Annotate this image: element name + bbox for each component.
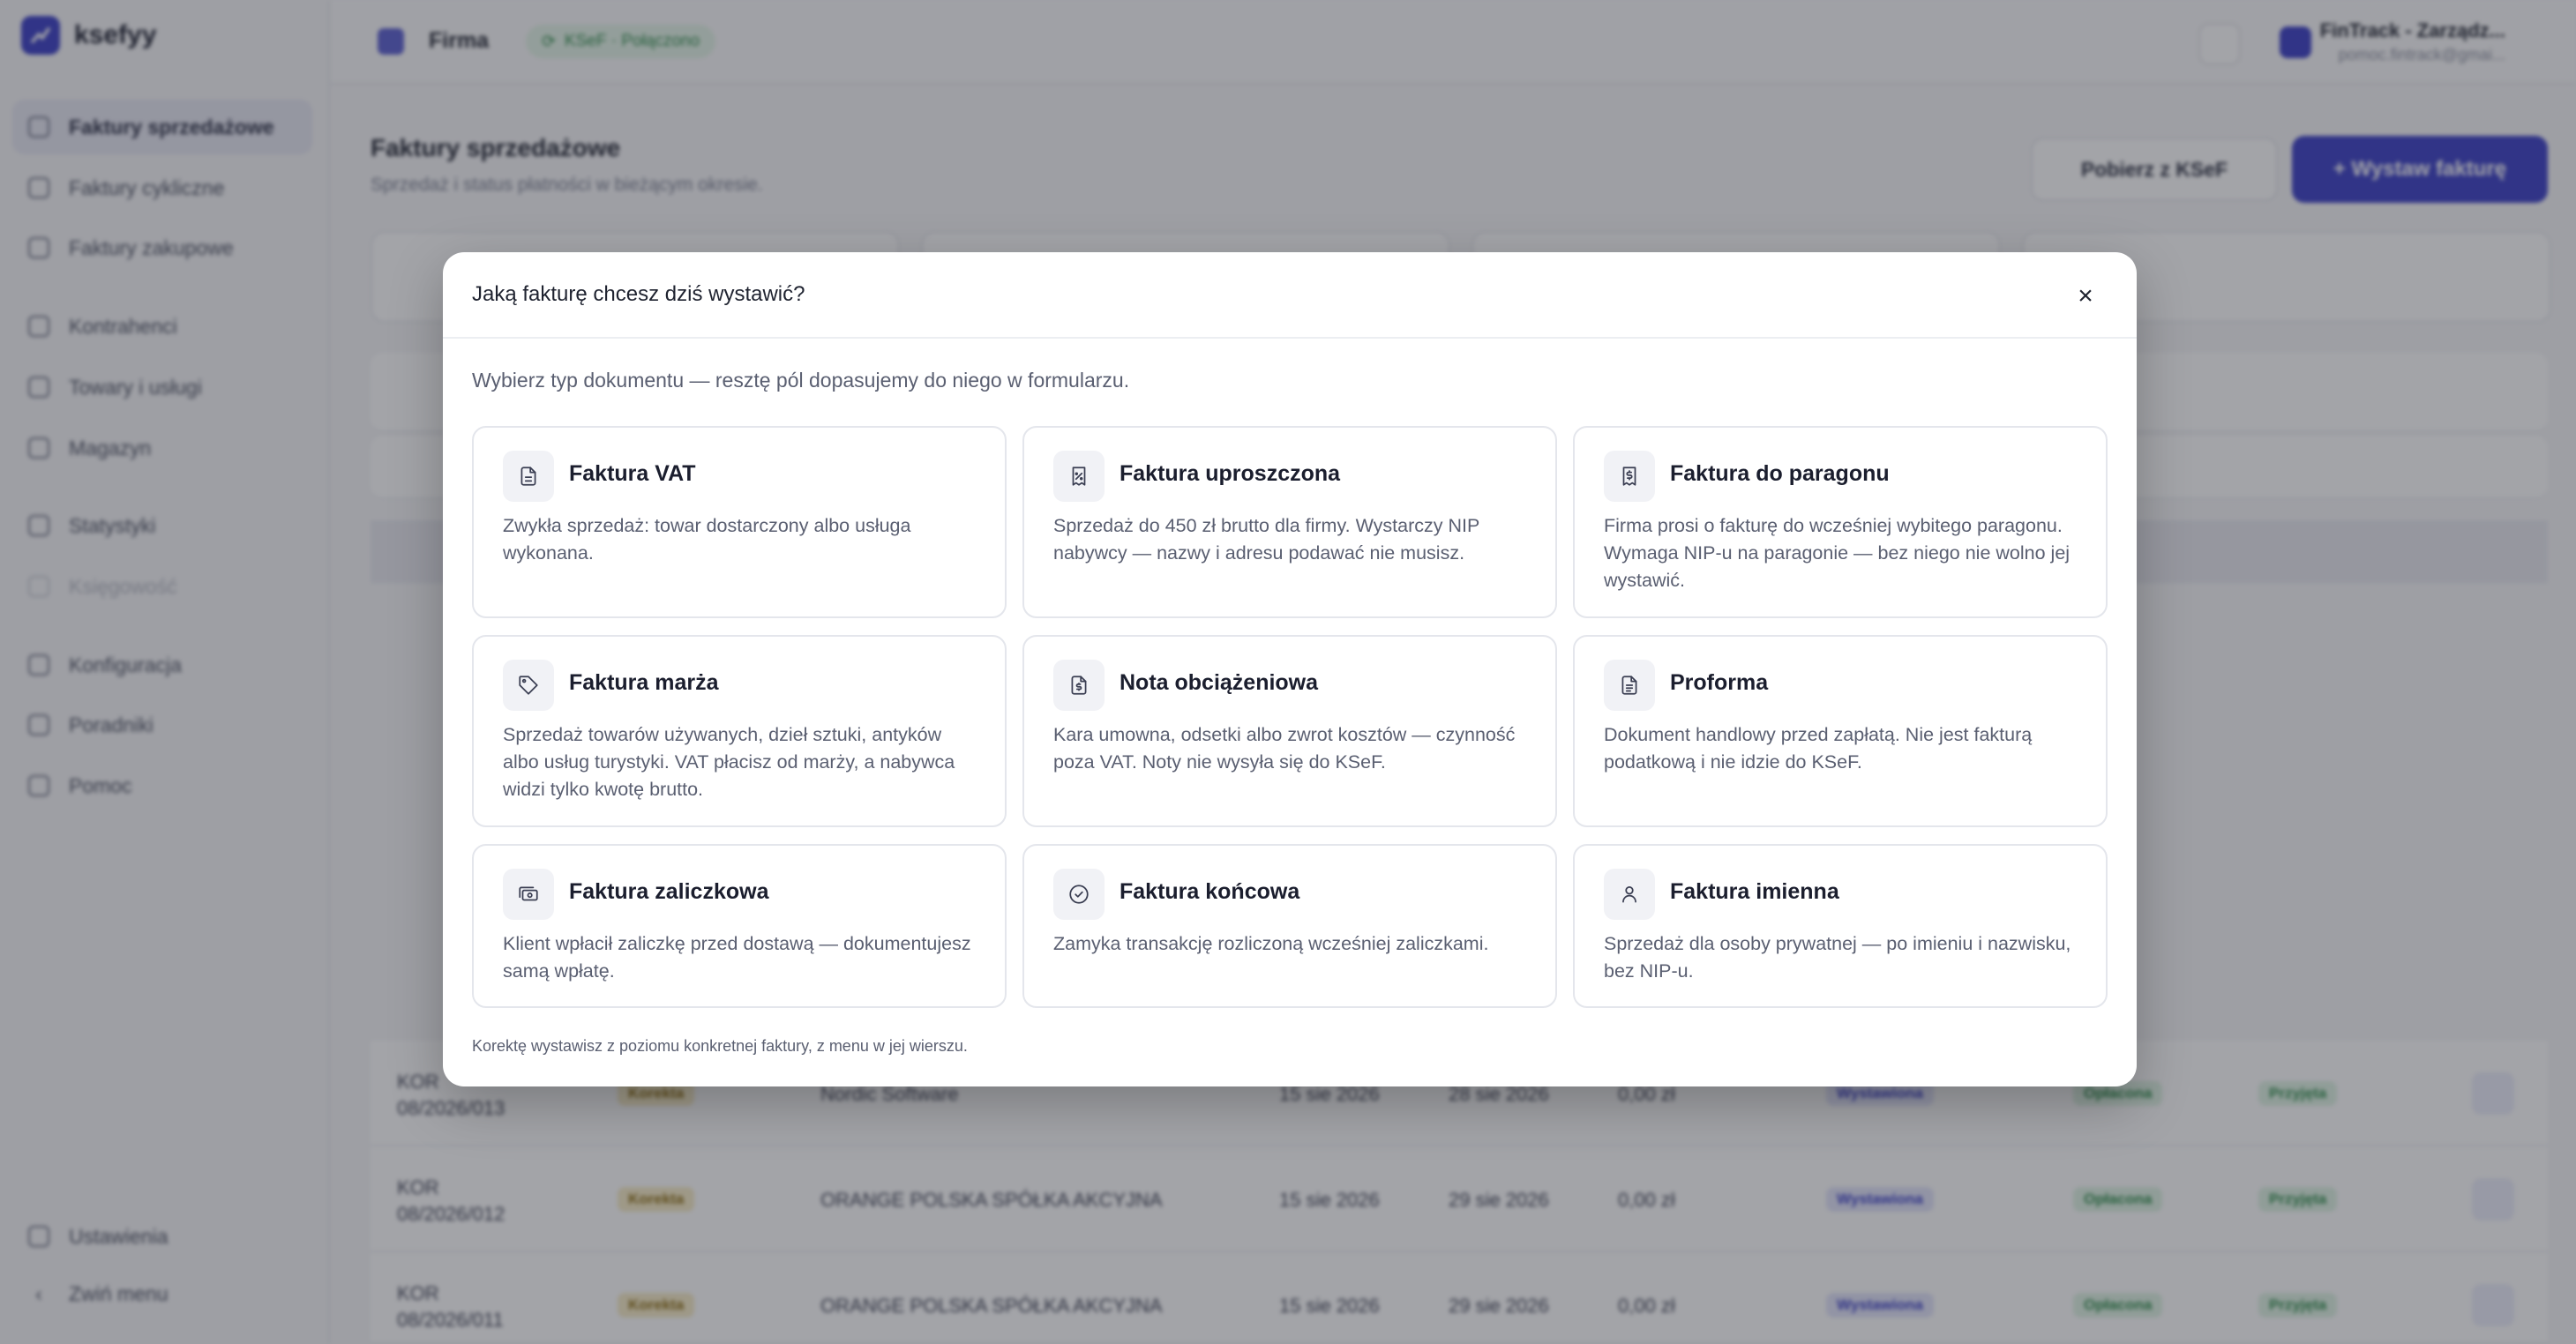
modal-intro: Wybierz typ dokumentu — resztę pól dopas…	[472, 369, 1130, 392]
card-faktura-imienna[interactable]: Faktura imienna Sprzedaż dla osoby prywa…	[1573, 844, 2108, 1008]
card-faktura-uproszczona[interactable]: Faktura uproszczona Sprzedaż do 450 zł b…	[1022, 426, 1557, 618]
card-faktura-do-paragonu[interactable]: Faktura do paragonu Firma prosi o faktur…	[1573, 426, 2108, 618]
modal-footer-note: Korektę wystawisz z poziomu konkretnej f…	[472, 1037, 968, 1055]
document-icon	[503, 451, 554, 502]
tag-icon	[503, 660, 554, 711]
close-button[interactable]: ×	[2068, 279, 2103, 314]
card-nota-obciazeniowa[interactable]: Nota obciążeniowa Kara umowna, odsetki a…	[1022, 635, 1557, 827]
card-faktura-marza[interactable]: Faktura marża Sprzedaż towarów używanych…	[472, 635, 1007, 827]
file-dollar-icon	[1053, 660, 1105, 711]
modal-title: Jaką fakturę chcesz dziś wystawić?	[472, 282, 805, 306]
card-proforma[interactable]: Proforma Dokument handlowy przed zapłatą…	[1573, 635, 2108, 827]
cash-icon	[503, 869, 554, 920]
invoice-type-modal: Jaką fakturę chcesz dziś wystawić? × Wyb…	[443, 252, 2137, 1086]
check-circle-icon	[1053, 869, 1105, 920]
receipt-icon	[1604, 451, 1655, 502]
file-text-icon	[1604, 660, 1655, 711]
user-icon	[1604, 869, 1655, 920]
modal-header: Jaką fakturę chcesz dziś wystawić? ×	[443, 252, 2137, 339]
close-icon: ×	[2078, 281, 2093, 310]
card-faktura-zaliczkowa[interactable]: Faktura zaliczkowa Klient wpłacił zalicz…	[472, 844, 1007, 1008]
receipt-percent-icon	[1053, 451, 1105, 502]
card-faktura-koncowa[interactable]: Faktura końcowa Zamyka transakcję rozlic…	[1022, 844, 1557, 1008]
card-faktura-vat[interactable]: Faktura VAT Zwykła sprzedaż: towar dosta…	[472, 426, 1007, 618]
